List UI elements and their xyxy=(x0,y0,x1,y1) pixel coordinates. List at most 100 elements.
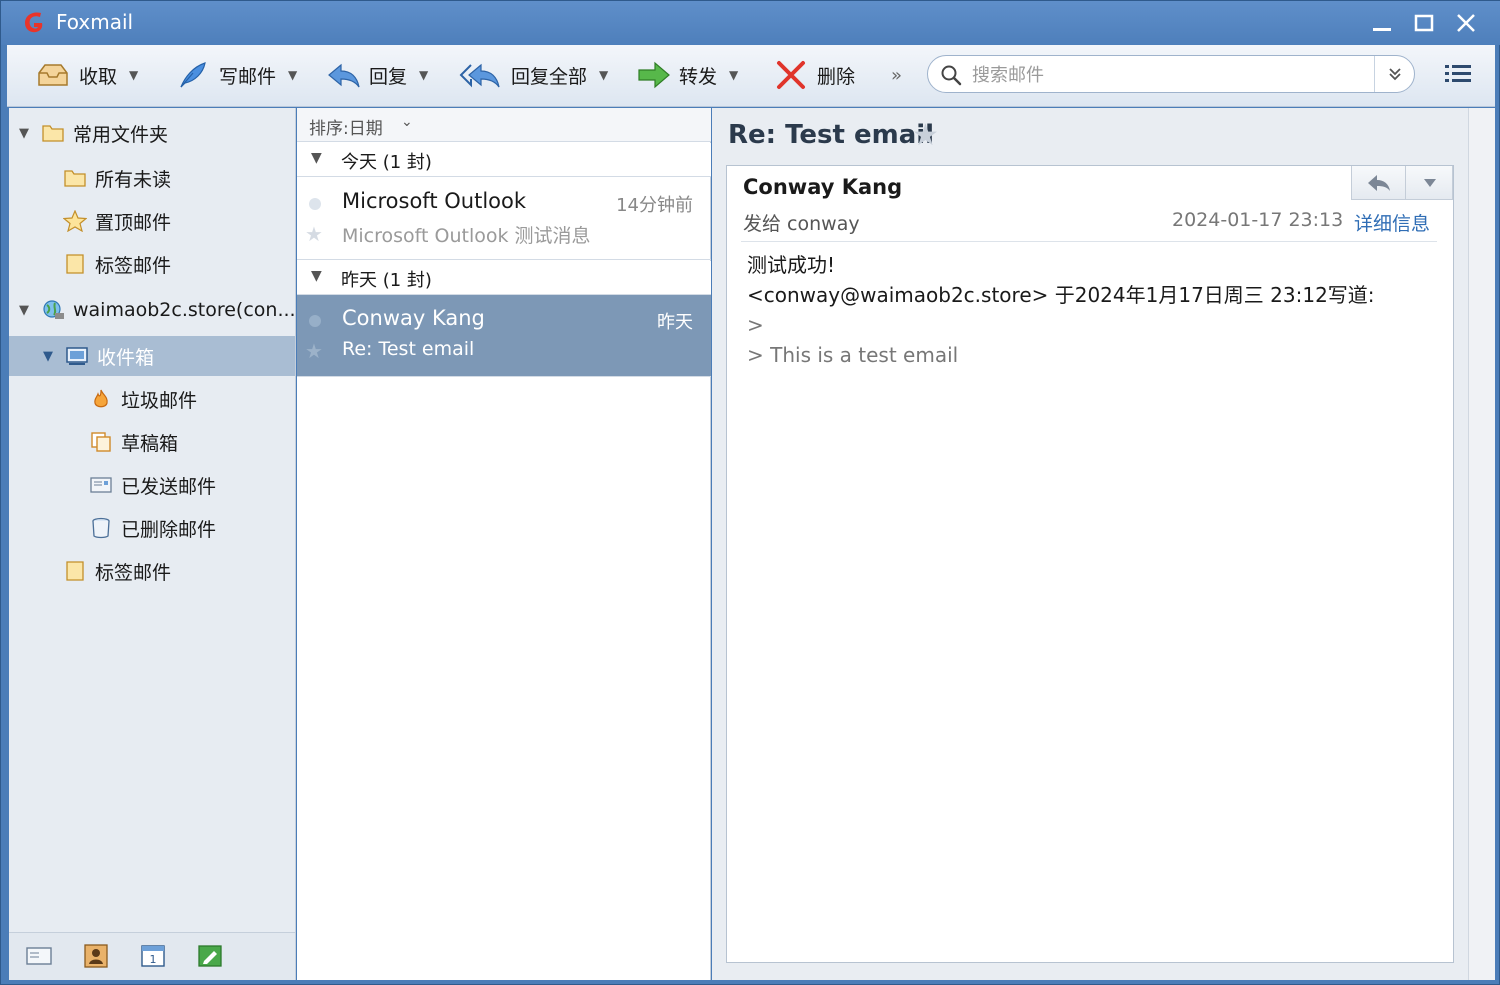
message-subject: Microsoft Outlook 测试消息 xyxy=(342,225,591,247)
close-button[interactable] xyxy=(1451,9,1481,37)
minimize-icon xyxy=(1373,28,1391,31)
folder-deleted[interactable]: 已删除邮件 xyxy=(89,509,216,547)
toolbar: 收取 ▼ 写邮件 ▼ 回复 ▼ 回复全部 ▼ 转发 ▼ 删除 » 搜索邮件 xyxy=(7,45,1495,107)
body-line: 测试成功! xyxy=(747,253,836,277)
folder-drafts[interactable]: 草稿箱 xyxy=(89,423,178,461)
reply-button[interactable]: 回复 ▼ xyxy=(325,57,428,93)
fire-icon xyxy=(94,389,108,408)
collapse-triangle-icon[interactable]: ▼ xyxy=(15,303,33,318)
quick-reply-button[interactable] xyxy=(1352,166,1406,199)
reply-all-dropdown-icon[interactable]: ▼ xyxy=(599,68,608,82)
delete-button[interactable]: 删除 xyxy=(773,57,855,93)
group-header-yesterday[interactable]: ▼ 昨天 (1 封) xyxy=(297,261,711,295)
chevron-down-icon xyxy=(1424,178,1436,187)
folder-pinned[interactable]: 置顶邮件 xyxy=(63,202,171,240)
reading-pane-scrollbar[interactable] xyxy=(1468,108,1495,980)
message-row[interactable]: ★ Microsoft Outlook 14分钟前 Microsoft Outl… xyxy=(297,178,711,260)
foxmail-logo-icon xyxy=(25,12,43,33)
double-chevron-down-icon xyxy=(1388,68,1401,81)
minimize-button[interactable] xyxy=(1367,9,1397,37)
receive-label: 收取 xyxy=(79,65,118,88)
maximize-button[interactable] xyxy=(1409,9,1439,37)
reply-all-label: 回复全部 xyxy=(511,65,588,88)
forward-arrow-icon xyxy=(638,61,670,89)
compose-dropdown-icon[interactable]: ▼ xyxy=(288,68,297,82)
folder-label: 置顶邮件 xyxy=(95,211,172,234)
collapse-triangle-icon[interactable]: ▼ xyxy=(311,150,322,166)
email-body: 测试成功! <conway@waimaob2c.store> 于2024年1月1… xyxy=(747,250,1375,370)
star-icon xyxy=(63,210,87,232)
folder-label: 收件箱 xyxy=(97,346,155,369)
message-list: 排序:日期 ⌄ ▼ 今天 (1 封) ★ Microsoft Outlook 1… xyxy=(297,108,711,980)
message-subject: Re: Test email xyxy=(342,338,475,360)
folder-tagged-account[interactable]: 标签邮件 xyxy=(63,552,171,590)
contacts-icon[interactable] xyxy=(82,943,110,969)
forward-button[interactable]: 转发 ▼ xyxy=(635,57,738,93)
header-divider xyxy=(741,241,1437,242)
receive-dropdown-icon[interactable]: ▼ xyxy=(129,68,138,82)
folder-icon xyxy=(64,170,86,187)
collapse-triangle-icon[interactable]: ▼ xyxy=(39,349,57,364)
folder-junk[interactable]: 垃圾邮件 xyxy=(89,380,197,418)
message-time: 昨天 xyxy=(657,312,693,333)
folder-inbox[interactable]: ▼ 收件箱 xyxy=(39,337,154,375)
quote-line: > xyxy=(747,313,764,337)
reply-dropdown-icon[interactable]: ▼ xyxy=(419,68,428,82)
collapse-triangle-icon[interactable]: ▼ xyxy=(311,268,322,284)
trash-can-icon xyxy=(92,517,110,539)
main-menu-icon[interactable] xyxy=(1443,61,1473,87)
forward-dropdown-icon[interactable]: ▼ xyxy=(729,68,738,82)
search-box[interactable] xyxy=(927,55,1415,93)
reply-all-arrow-icon xyxy=(459,63,500,88)
group-label: 今天 (1 封) xyxy=(341,152,432,173)
folder-icon xyxy=(42,125,64,142)
inbox-icon xyxy=(66,347,88,365)
reply-arrow-icon xyxy=(1367,174,1390,191)
group-label: 昨天 (1 封) xyxy=(341,270,432,291)
star-icon[interactable]: ★ xyxy=(305,339,323,363)
chevron-down-icon[interactable]: ⌄ xyxy=(401,114,413,130)
calendar-icon[interactable]: 1 xyxy=(139,943,167,969)
folder-label: 已删除邮件 xyxy=(121,518,217,541)
search-input[interactable] xyxy=(972,62,1362,88)
receive-button[interactable]: 收取 ▼ xyxy=(35,57,138,93)
unread-dot-icon[interactable] xyxy=(309,315,321,327)
message-row-selected[interactable]: ★ Conway Kang 昨天 Re: Test email xyxy=(297,295,711,377)
star-icon[interactable]: ★ xyxy=(912,118,939,153)
notes-icon[interactable] xyxy=(196,943,224,969)
compose-button[interactable]: 写邮件 ▼ xyxy=(175,57,297,93)
group-header-today[interactable]: ▼ 今天 (1 封) xyxy=(297,143,711,177)
search-options-button[interactable] xyxy=(1374,56,1414,92)
reply-all-button[interactable]: 回复全部 ▼ xyxy=(459,57,608,93)
email-date: 2024-01-17 23:13 xyxy=(1172,209,1344,231)
mail-icon[interactable] xyxy=(25,943,53,969)
account-globe-icon xyxy=(43,300,64,319)
app-title: Foxmail xyxy=(56,10,134,34)
folder-label: 已发送邮件 xyxy=(121,475,217,498)
sort-label[interactable]: 排序:日期 xyxy=(309,114,383,139)
inbox-tray-icon xyxy=(38,64,68,86)
folder-all-unread[interactable]: 所有未读 xyxy=(63,159,171,197)
more-tools-button[interactable]: » xyxy=(891,65,902,86)
sent-mail-icon xyxy=(90,477,112,493)
delete-x-icon xyxy=(777,61,805,89)
folder-label: 草稿箱 xyxy=(121,432,179,455)
more-actions-dropdown[interactable] xyxy=(1406,166,1454,199)
quote-header: <conway@waimaob2c.store> 于2024年1月17日周三 2… xyxy=(747,283,1375,307)
feather-pen-icon xyxy=(180,62,206,88)
folder-label: 标签邮件 xyxy=(95,561,172,584)
account-waimaob2c[interactable]: ▼ waimaob2c.store(con... xyxy=(15,291,296,329)
unread-dot-icon[interactable] xyxy=(309,198,321,210)
folder-sent[interactable]: 已发送邮件 xyxy=(89,466,216,504)
details-link[interactable]: 详细信息 xyxy=(1354,209,1430,236)
message-from: Conway Kang xyxy=(342,306,485,330)
reply-arrow-icon xyxy=(328,63,360,88)
star-icon[interactable]: ★ xyxy=(305,222,323,246)
sort-bar[interactable]: 排序:日期 ⌄ xyxy=(297,108,711,142)
folder-label: 标签邮件 xyxy=(95,254,172,277)
folder-favorites[interactable]: ▼ 常用文件夹 xyxy=(15,114,168,152)
collapse-triangle-icon[interactable]: ▼ xyxy=(15,126,33,141)
folder-tagged[interactable]: 标签邮件 xyxy=(63,245,171,283)
email-card: Conway Kang 发给 conway 2024-01-17 23:13 详… xyxy=(726,165,1454,963)
foxmail-window: Foxmail 收取 ▼ 写邮件 ▼ 回复 ▼ 回复全部 ▼ 转发 ▼ 删除 »… xyxy=(0,0,1500,985)
